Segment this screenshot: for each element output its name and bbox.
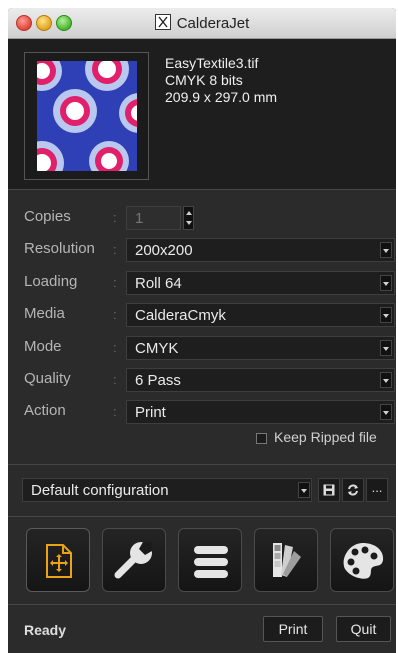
loading-label: Loading [24, 273, 78, 290]
copies-stepper[interactable] [183, 206, 194, 230]
quality-separator: : [113, 372, 117, 387]
copies-label: Copies [24, 208, 71, 225]
chevron-down-icon[interactable] [298, 482, 310, 498]
chevron-down-icon[interactable] [380, 307, 392, 323]
resolution-select[interactable]: 200x200 [126, 238, 395, 262]
divider [8, 464, 396, 465]
image-thumbnail [24, 52, 149, 180]
file-dimensions: 209.9 x 297.0 mm [165, 89, 278, 105]
action-label: Action [24, 402, 66, 419]
image-info-panel: EasyTextile3.tif CMYK 8 bits 209.9 x 297… [8, 39, 396, 189]
save-configuration-button[interactable] [318, 478, 340, 502]
media-label: Media [24, 305, 65, 322]
stepper-down-icon[interactable] [186, 221, 192, 225]
loading-separator: : [113, 275, 117, 290]
chevron-down-icon[interactable] [380, 340, 392, 356]
refresh-configuration-button[interactable] [342, 478, 364, 502]
file-color-info: CMYK 8 bits [165, 72, 243, 88]
window-title: CalderaJet [8, 14, 396, 32]
mode-value: CMYK [135, 340, 179, 357]
copies-value: 1 [135, 210, 144, 227]
resolution-value: 200x200 [135, 242, 193, 259]
stepper-up-icon[interactable] [186, 211, 192, 215]
keep-ripped-label: Keep Ripped file [274, 429, 377, 445]
copies-input[interactable]: 1 [126, 206, 181, 230]
divider [8, 516, 396, 517]
divider [8, 189, 396, 190]
chevron-down-icon[interactable] [380, 275, 392, 291]
media-value: CalderaCmyk [135, 307, 226, 324]
resolution-separator: : [113, 242, 117, 257]
app-icon [154, 14, 171, 30]
chevron-down-icon[interactable] [380, 372, 392, 388]
quality-value: 6 Pass [135, 372, 181, 389]
position-tool-button[interactable] [26, 528, 90, 592]
more-configuration-button[interactable]: ... [366, 478, 388, 502]
media-select[interactable]: CalderaCmyk [126, 303, 395, 327]
action-select[interactable]: Print [126, 400, 395, 424]
keep-ripped-checkbox[interactable] [256, 433, 267, 444]
quality-select[interactable]: 6 Pass [126, 368, 395, 392]
file-name: EasyTextile3.tif [165, 55, 259, 71]
status-text: Ready [24, 622, 67, 638]
file-info: EasyTextile3.tif CMYK 8 bits 209.9 x 297… [165, 55, 277, 106]
action-separator: : [113, 404, 117, 419]
app-window: CalderaJet EasyTextile3.tif CMYK 8 bits [8, 8, 396, 653]
resolution-label: Resolution [24, 240, 95, 257]
wrench-icon [114, 542, 152, 579]
swatch-icon [273, 543, 301, 577]
thumbnail-image [37, 61, 137, 171]
mode-label: Mode [24, 338, 62, 355]
mode-select[interactable]: CMYK [126, 336, 395, 360]
stack-icon [194, 546, 228, 578]
action-value: Print [135, 404, 166, 421]
window-title-text: CalderaJet [176, 15, 250, 32]
chevron-down-icon[interactable] [380, 242, 392, 258]
quit-button[interactable]: Quit [336, 616, 391, 642]
color-swatch-tool-button[interactable] [254, 528, 318, 592]
color-palette-tool-button[interactable] [330, 528, 394, 592]
divider [8, 604, 396, 605]
settings-tool-button[interactable] [102, 528, 166, 592]
save-icon [323, 484, 335, 496]
refresh-icon [348, 484, 358, 496]
loading-value: Roll 64 [135, 275, 182, 292]
chevron-down-icon[interactable] [380, 404, 392, 420]
quality-label: Quality [24, 370, 71, 387]
palette-icon [343, 543, 384, 579]
mode-separator: : [113, 340, 117, 355]
loading-select[interactable]: Roll 64 [126, 271, 395, 295]
media-separator: : [113, 307, 117, 322]
queue-tool-button[interactable] [178, 528, 242, 592]
configuration-select[interactable]: Default configuration [22, 478, 312, 502]
copies-separator: : [113, 210, 117, 225]
title-bar: CalderaJet [8, 8, 396, 39]
configuration-value: Default configuration [31, 482, 169, 499]
print-button[interactable]: Print [263, 616, 323, 642]
position-icon [46, 544, 72, 578]
